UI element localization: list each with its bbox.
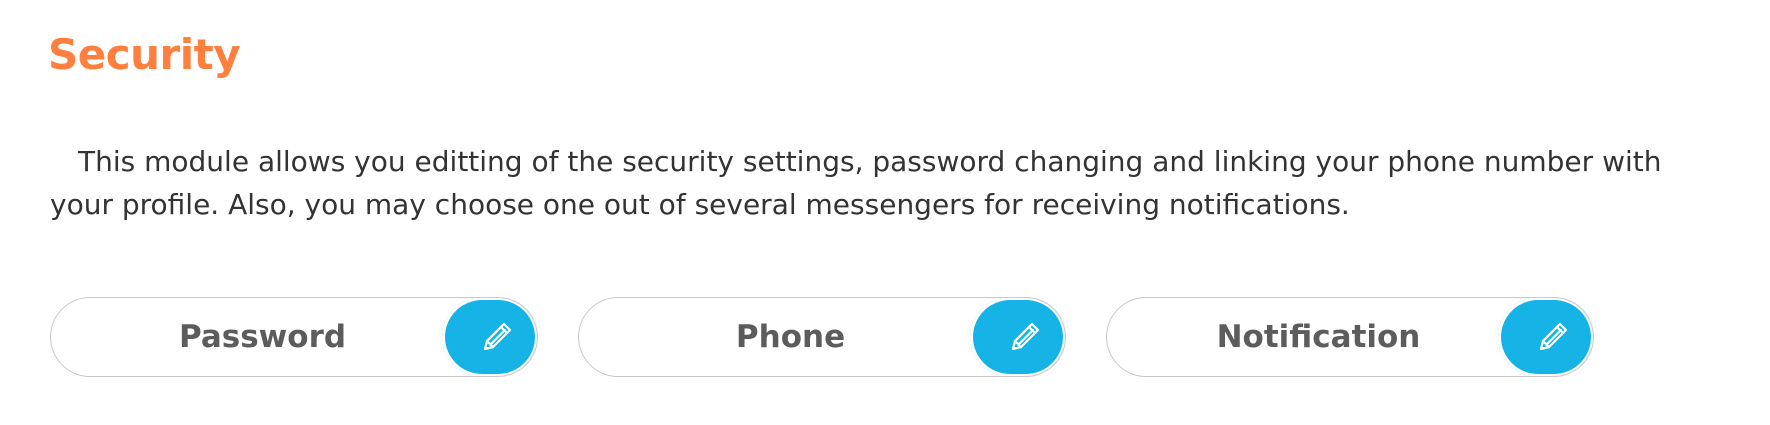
- phone-button[interactable]: Phone: [578, 297, 1066, 377]
- settings-buttons: Password Phone Notification: [50, 297, 1594, 377]
- phone-button-label: Phone: [735, 318, 846, 355]
- notification-button[interactable]: Notification: [1106, 297, 1594, 377]
- password-edit-cap[interactable]: [442, 298, 537, 376]
- phone-edit-cap[interactable]: [970, 298, 1065, 376]
- pencil-icon: [483, 322, 512, 351]
- password-button[interactable]: Password: [50, 297, 538, 377]
- pencil-icon: [1011, 322, 1040, 351]
- security-page: Security This module allows you editting…: [0, 0, 1770, 425]
- pencil-icon: [1539, 322, 1568, 351]
- page-title: Security: [48, 30, 241, 79]
- password-button-label: Password: [178, 318, 347, 355]
- notification-button-label: Notification: [1216, 318, 1421, 355]
- notification-edit-cap[interactable]: [1498, 298, 1593, 376]
- page-description: This module allows you editting of the s…: [50, 145, 1662, 221]
